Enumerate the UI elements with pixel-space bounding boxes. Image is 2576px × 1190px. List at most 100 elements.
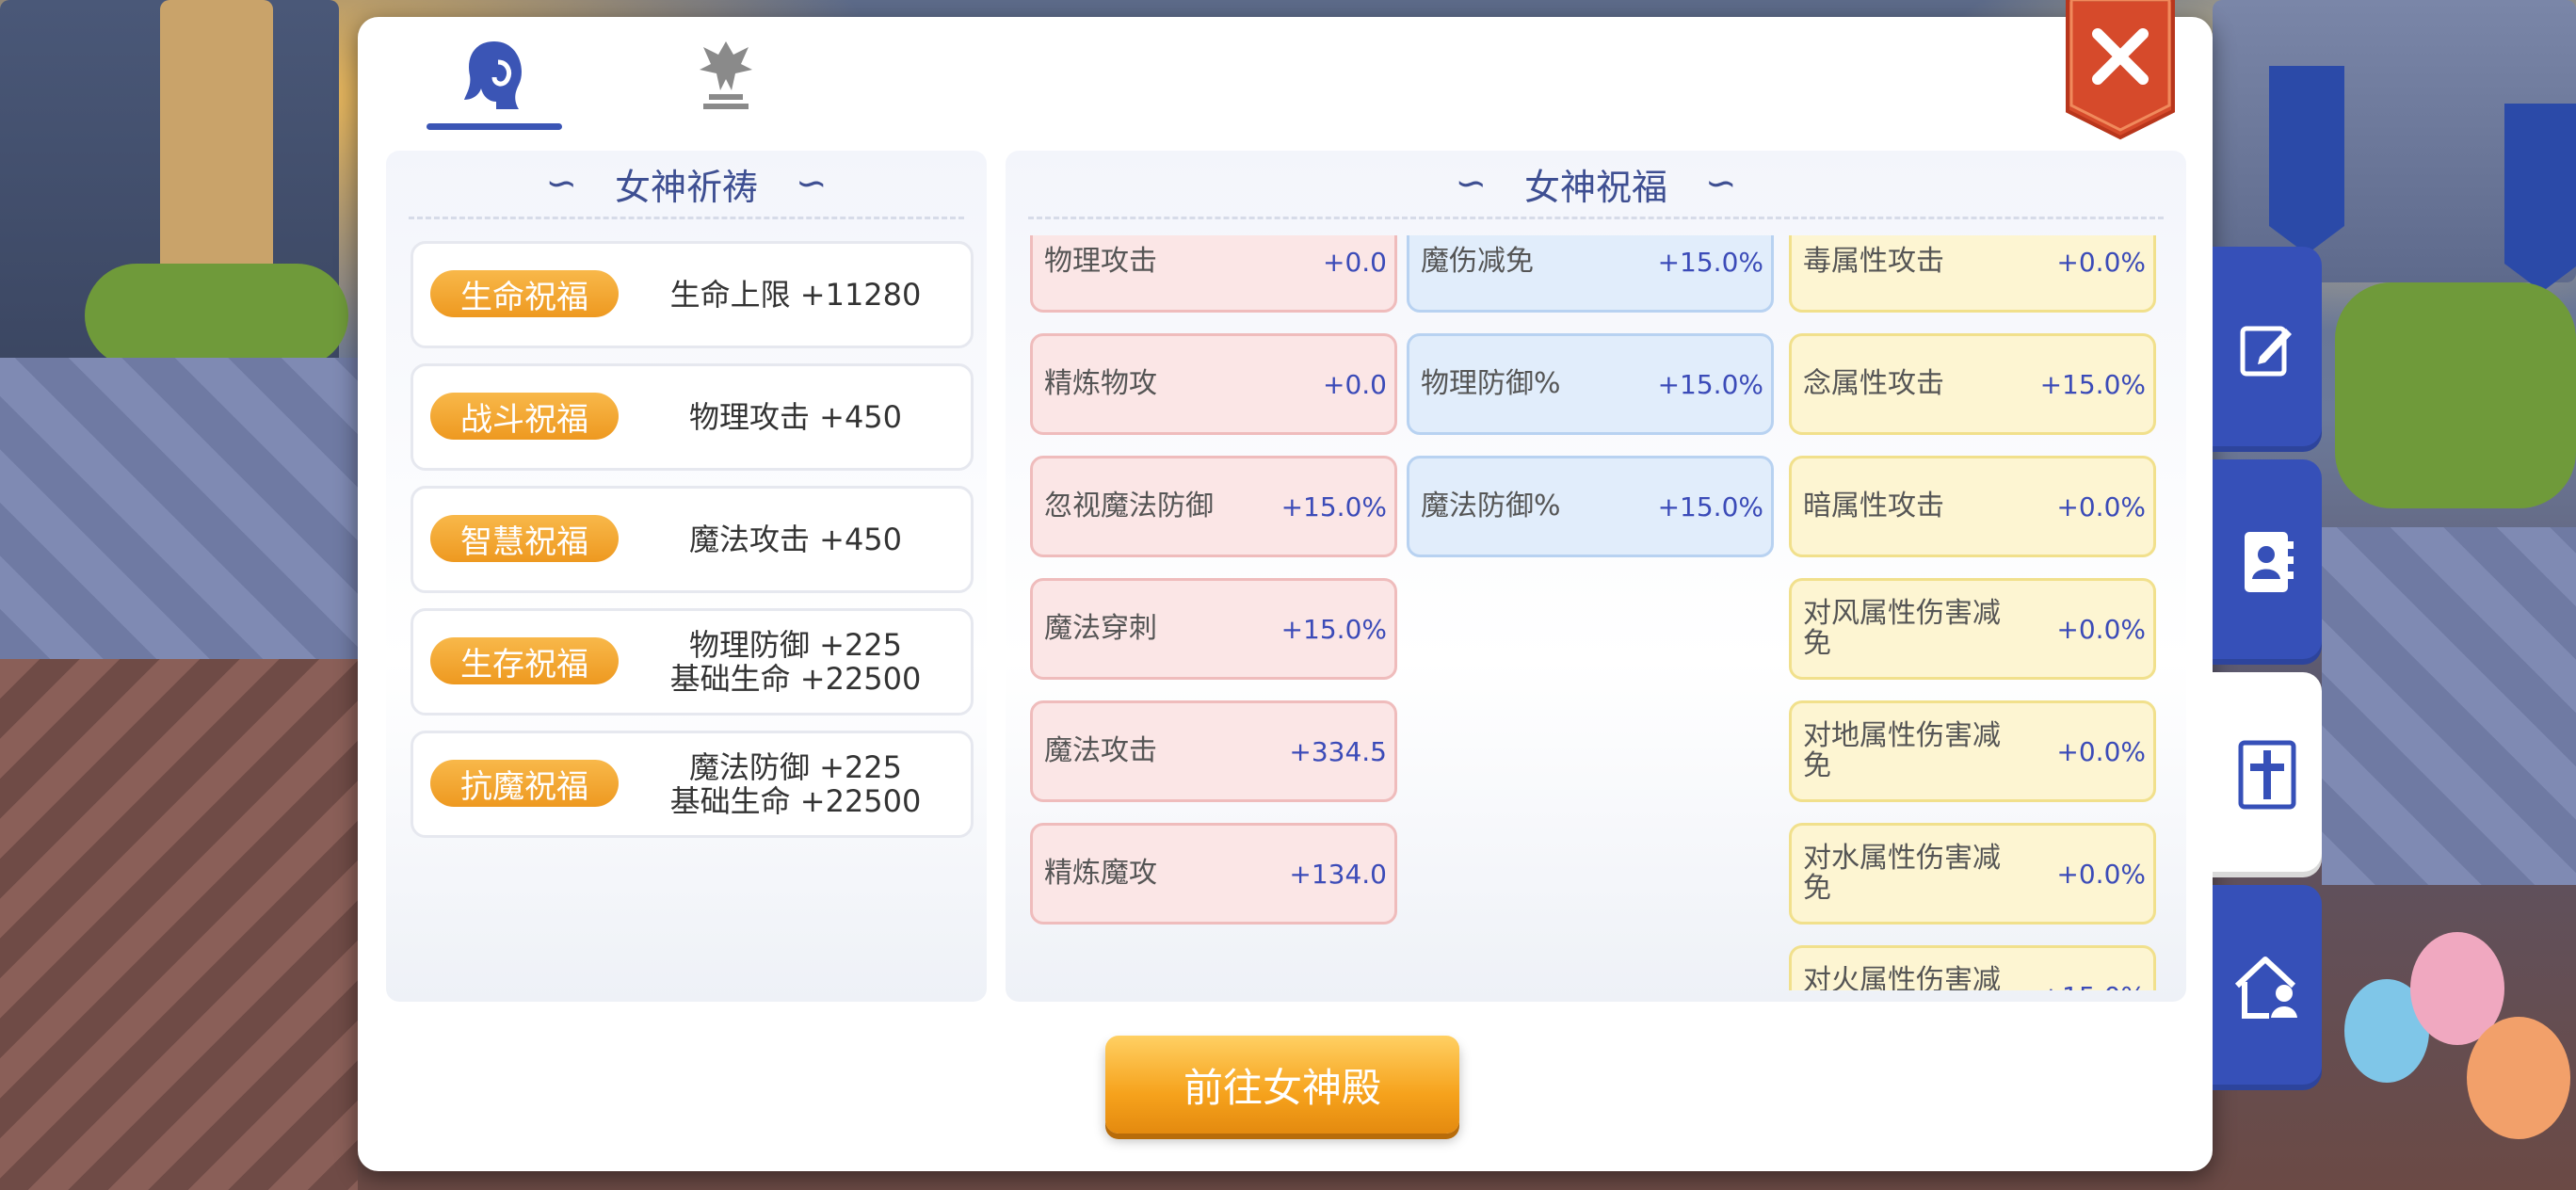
effect-line: 物理防御 +225: [688, 627, 903, 663]
stat-value: +15.0%: [1657, 246, 1763, 278]
stat-name: 对水属性伤害减免: [1803, 842, 2001, 905]
goddess-head-icon: [464, 41, 522, 109]
blessing-badge: 生存祝福: [430, 637, 619, 684]
goddess-statue-icon: [700, 41, 752, 109]
ornament-icon: ∽: [545, 162, 577, 205]
stat-name: 物理攻击: [1044, 245, 1157, 278]
blessing-effect: 物理防御 +225 基础生命 +22500: [630, 611, 961, 713]
cross-tablet-icon: [2238, 740, 2296, 810]
close-button[interactable]: [2064, 0, 2177, 141]
prayer-row: 抗魔祝福 魔法防御 +225 基础生命 +22500: [411, 731, 974, 838]
stat-name: 魔伤减免: [1421, 245, 1534, 278]
effect-line: 魔法防御 +225: [688, 749, 903, 785]
tab-goddess[interactable]: [424, 19, 565, 132]
divider: [1028, 217, 2164, 219]
stat-name: 魔法攻击: [1044, 734, 1157, 767]
blessing-effect: 魔法防御 +225 基础生命 +22500: [630, 733, 961, 835]
side-nav-edit[interactable]: [2213, 247, 2322, 452]
effect-line: 基础生命 +22500: [669, 783, 922, 819]
stat-name: 毒属性攻击: [1803, 245, 1944, 278]
stat-value: +0.0%: [2056, 613, 2146, 645]
stat-cell: 精炼物攻 +0.0: [1030, 333, 1397, 435]
stat-value: +0.0: [1323, 368, 1387, 400]
stat-cell: 魔法防御% +15.0%: [1407, 456, 1774, 557]
blessing-badge: 生命祝福: [430, 270, 619, 317]
stat-value: +0.0%: [2056, 490, 2146, 523]
blessing-effect: 物理攻击 +450: [630, 366, 961, 468]
stat-value: +0.0: [1323, 246, 1387, 278]
contact-book-icon: [2245, 532, 2294, 592]
stat-name: 对火属性伤害减免: [1803, 964, 2001, 991]
stat-name: 精炼魔攻: [1044, 857, 1157, 890]
castle-wall: [160, 0, 273, 282]
stat-value: +134.0: [1289, 858, 1387, 890]
blessing-header: ∽ 女神祝福 ∽: [1006, 151, 2186, 217]
blessing-effect: 生命上限 +11280: [630, 244, 961, 346]
stat-value: +0.0%: [2056, 858, 2146, 890]
stat-name: 精炼物攻: [1044, 367, 1157, 400]
prayer-row: 战斗祝福 物理攻击 +450: [411, 363, 974, 471]
blessing-badge: 智慧祝福: [430, 515, 619, 562]
stat-cell: 对风属性伤害减免 +0.0%: [1789, 578, 2156, 680]
stat-value: +0.0%: [2056, 246, 2146, 278]
stat-cell: 对火属性伤害减免 +15.0%: [1789, 945, 2156, 990]
prayer-title: 女神祈祷: [614, 166, 758, 208]
stat-value: +15.0%: [1280, 613, 1387, 645]
hedge: [2335, 282, 2576, 508]
stat-cell: 物理攻击 +0.0: [1030, 235, 1397, 313]
divider: [409, 217, 964, 219]
home-user-icon: [2234, 957, 2297, 1019]
ornament-icon: ∽: [1705, 162, 1737, 205]
stat-cell: 魔法攻击 +334.5: [1030, 700, 1397, 802]
side-nav-goddess[interactable]: [2213, 672, 2322, 877]
stat-cell: 精炼魔攻 +134.0: [1030, 823, 1397, 925]
roof-tiles: [0, 659, 358, 1190]
hedge: [85, 264, 348, 367]
effect-line: 魔法攻击 +450: [688, 522, 903, 557]
blessing-effect: 魔法攻击 +450: [630, 489, 961, 590]
stat-value: +15.0%: [1657, 490, 1763, 523]
stat-cell: 暗属性攻击 +0.0%: [1789, 456, 2156, 557]
stat-name: 暗属性攻击: [1803, 490, 1944, 523]
balloon: [2467, 1017, 2570, 1139]
prayer-row: 生命祝福 生命上限 +11280: [411, 241, 974, 348]
close-icon: [2066, 0, 2175, 140]
prayer-row: 智慧祝福 魔法攻击 +450: [411, 486, 974, 593]
stat-value: +15.0%: [2039, 368, 2146, 400]
stat-name: 对风属性伤害减免: [1803, 597, 2001, 660]
stat-name: 对地属性伤害减免: [1803, 719, 2001, 782]
stat-cell: 忽视魔法防御 +15.0%: [1030, 456, 1397, 557]
side-nav-home[interactable]: [2213, 885, 2322, 1090]
stat-cell: 对地属性伤害减免 +0.0%: [1789, 700, 2156, 802]
blessing-badge: 抗魔祝福: [430, 760, 619, 807]
stat-value: +0.0%: [2056, 735, 2146, 767]
effect-line: 生命上限 +11280: [669, 277, 922, 313]
stat-name: 魔法防御%: [1421, 490, 1561, 523]
effect-line: 基础生命 +22500: [669, 661, 922, 697]
blue-banner: [2269, 66, 2344, 254]
stat-cell: 魔法穿刺 +15.0%: [1030, 578, 1397, 680]
stat-value: +334.5: [1289, 735, 1387, 767]
stat-name: 物理防御%: [1421, 367, 1561, 400]
blessing-badge: 战斗祝福: [430, 393, 619, 440]
stat-cell: 物理防御% +15.0%: [1407, 333, 1774, 435]
stat-name: 念属性攻击: [1803, 367, 1944, 400]
stat-value: +15.0%: [1657, 368, 1763, 400]
stat-name: 魔法穿刺: [1044, 612, 1157, 645]
effect-line: 物理攻击 +450: [688, 399, 903, 435]
go-to-goddess-temple-button[interactable]: 前往女神殿: [1105, 1036, 1459, 1134]
tab-goddess-statue[interactable]: [655, 19, 797, 132]
stat-value: +15.0%: [1280, 490, 1387, 523]
prayer-section: ∽ 女神祈祷 ∽ 生命祝福 生命上限 +11280 战斗祝福 物理攻击 +450…: [386, 151, 987, 1002]
blessing-stat-grid[interactable]: 物理攻击 +0.0 精炼物攻 +0.0 忽视魔法防御 +15.0% 魔法穿刺 +…: [1017, 235, 2175, 990]
stat-name: 忽视魔法防御: [1044, 490, 1214, 523]
stat-cell: 对水属性伤害减免 +0.0%: [1789, 823, 2156, 925]
ornament-icon: ∽: [796, 162, 828, 205]
edit-icon: [2240, 326, 2292, 377]
stat-cell: 魔伤减免 +15.0%: [1407, 235, 1774, 313]
ornament-icon: ∽: [1455, 162, 1487, 205]
blessing-title: 女神祝福: [1523, 166, 1667, 208]
stat-cell: 念属性攻击 +15.0%: [1789, 333, 2156, 435]
blue-banner: [2504, 104, 2576, 292]
side-nav-contacts[interactable]: [2213, 459, 2322, 665]
